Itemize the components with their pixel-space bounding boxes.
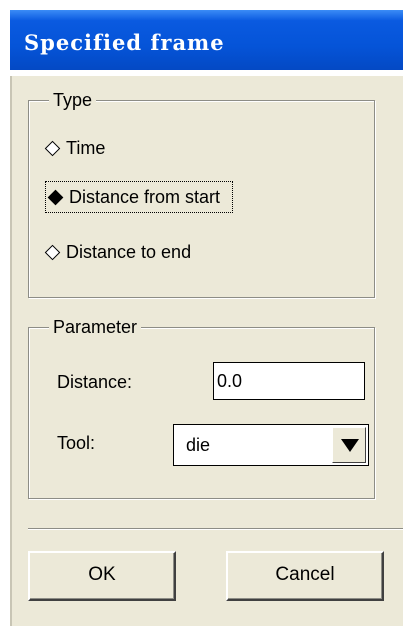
radio-diamond-icon — [44, 244, 61, 261]
radio-distance-from-start-label: Distance from start — [69, 187, 221, 207]
tool-select-value: die — [186, 435, 211, 455]
parameter-group-legend: Parameter — [49, 316, 142, 338]
ok-button[interactable]: OK — [28, 551, 176, 601]
radio-time[interactable]: Time — [43, 133, 105, 163]
radio-time-label: Time — [66, 138, 106, 158]
cancel-button[interactable]: Cancel — [226, 551, 384, 601]
parameter-group: Parameter Distance: 0.0 Tool: die — [28, 316, 375, 499]
radio-distance-to-end-label: Distance to end — [66, 242, 192, 262]
window-title: Specified frame — [24, 30, 225, 55]
tool-dropdown-button[interactable] — [332, 427, 366, 463]
title-bar[interactable]: Specified frame — [0, 0, 403, 76]
radio-diamond-icon — [44, 140, 61, 157]
radio-distance-from-start[interactable]: Distance from start — [45, 181, 234, 213]
chevron-down-icon — [341, 439, 359, 452]
tool-select[interactable]: die — [173, 424, 369, 466]
window-left-edge — [10, 76, 12, 626]
distance-input[interactable]: 0.0 — [213, 362, 365, 400]
window-left-border — [0, 76, 10, 626]
radio-distance-to-end[interactable]: Distance to end — [43, 237, 191, 267]
separator — [28, 528, 403, 530]
radio-diamond-icon — [47, 189, 64, 206]
distance-label: Distance: — [57, 372, 133, 392]
type-group-legend: Type — [49, 89, 97, 111]
type-group: Type Time Distance from start Distance t… — [28, 89, 375, 298]
tool-label: Tool: — [57, 433, 96, 453]
